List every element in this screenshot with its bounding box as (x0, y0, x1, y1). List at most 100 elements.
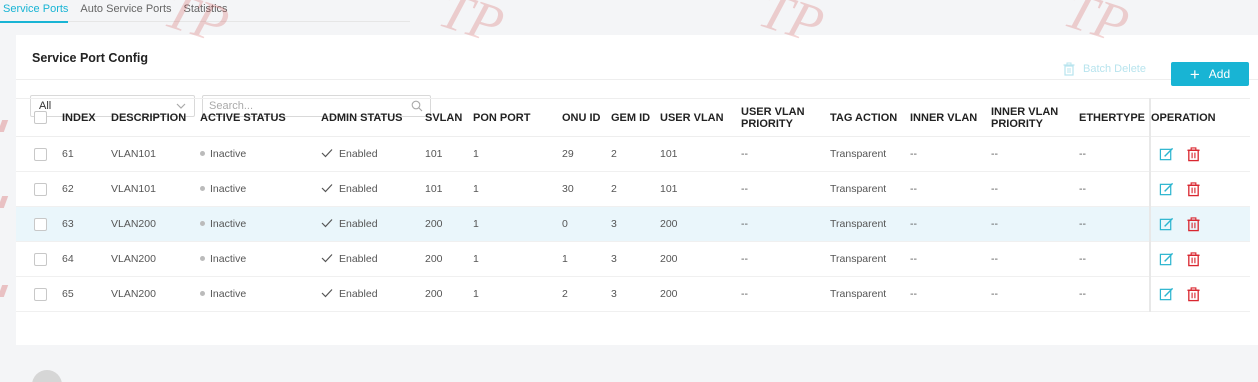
cell-tag-action: Transparent (830, 136, 910, 172)
select-all-cell (16, 98, 62, 137)
edit-icon[interactable] (1159, 217, 1174, 232)
cell-description: VLAN200 (111, 206, 200, 242)
delete-icon[interactable] (1186, 181, 1201, 197)
column-header[interactable]: GEM ID (611, 98, 660, 137)
trash-icon (1063, 62, 1075, 76)
table-row[interactable]: 63 VLAN200 Inactive Enabled 200 1 0 3 200 -- Trans… (16, 206, 1250, 242)
column-header[interactable]: INDEX (62, 98, 111, 137)
column-header[interactable]: ONU ID (562, 98, 611, 137)
tab-service-ports[interactable]: Service Ports (0, 0, 74, 23)
cell-index: 62 (62, 171, 111, 207)
table-row[interactable]: 61 VLAN101 Inactive Enabled 101 1 29 2 101 -- Tran… (16, 136, 1250, 172)
cell-inner-vlan-priority: -- (991, 171, 1079, 207)
cell-admin-status: Enabled (321, 241, 425, 277)
cell-gem-id: 2 (611, 171, 660, 207)
cell-svlan: 200 (425, 241, 473, 277)
active-status-text: Inactive (210, 288, 247, 300)
checkmark-icon (321, 149, 333, 158)
add-button[interactable]: + Add (1171, 62, 1249, 86)
cell-tag-action: Transparent (830, 241, 910, 277)
delete-icon[interactable] (1186, 146, 1201, 162)
cell-admin-status: Enabled (321, 276, 425, 312)
admin-status-text: Enabled (339, 148, 378, 160)
operation-cell (1149, 171, 1250, 207)
status-dot-icon (200, 185, 205, 191)
column-header[interactable]: ETHERTYPE (1079, 98, 1150, 137)
active-status-text: Inactive (210, 148, 247, 160)
column-header[interactable]: ACTIVE STATUS (200, 98, 321, 137)
table-row[interactable]: 64 VLAN200 Inactive Enabled 200 1 1 3 200 -- Trans… (16, 241, 1250, 277)
status-dot-icon (200, 150, 205, 156)
row-checkbox[interactable] (34, 252, 47, 266)
cell-user-vlan-priority: -- (741, 206, 830, 242)
tab-bar: Service Ports Auto Service Ports Statist… (0, 0, 410, 23)
select-all-checkbox[interactable] (34, 111, 47, 124)
cell-index: 64 (62, 241, 111, 277)
checkmark-icon (321, 289, 333, 298)
cell-pon-port: 1 (473, 136, 562, 172)
cell-pon-port: 1 (473, 171, 562, 207)
help-icon[interactable] (32, 370, 62, 382)
column-header[interactable]: TAG ACTION (830, 98, 910, 137)
cell-index: 61 (62, 136, 111, 172)
delete-icon[interactable] (1186, 251, 1201, 267)
card-title: Service Port Config (32, 51, 148, 65)
cell-active-status: Inactive (200, 206, 321, 242)
column-header[interactable]: SVLAN (425, 98, 473, 137)
column-header[interactable]: ADMIN STATUS (321, 98, 425, 137)
tab-statistics[interactable]: Statistics (178, 0, 234, 22)
column-header: OPERATION (1149, 98, 1250, 137)
column-header[interactable]: USER VLAN PRIORITY (741, 98, 830, 137)
row-checkbox-cell (16, 206, 62, 242)
cell-active-status: Inactive (200, 136, 321, 172)
column-header[interactable]: INNER VLAN (910, 98, 991, 137)
row-checkbox-cell (16, 276, 62, 312)
cell-active-status: Inactive (200, 241, 321, 277)
cell-inner-vlan-priority: -- (991, 206, 1079, 242)
cell-gem-id: 2 (611, 136, 660, 172)
cell-user-vlan-priority: -- (741, 171, 830, 207)
admin-status-text: Enabled (339, 253, 378, 265)
edit-icon[interactable] (1159, 182, 1174, 197)
cell-svlan: 101 (425, 136, 473, 172)
cell-svlan: 200 (425, 276, 473, 312)
cell-onu-id: 29 (562, 136, 611, 172)
cell-onu-id: 2 (562, 276, 611, 312)
operation-cell (1149, 206, 1250, 242)
active-status-text: Inactive (210, 218, 247, 230)
checkmark-icon (321, 184, 333, 193)
batch-delete-button[interactable]: Batch Delete (1063, 62, 1146, 76)
admin-status-text: Enabled (339, 288, 378, 300)
cell-user-vlan: 200 (660, 241, 741, 277)
cell-pon-port: 1 (473, 206, 562, 242)
column-header[interactable]: PON PORT (473, 98, 562, 137)
row-checkbox[interactable] (34, 182, 47, 196)
tab-auto-service-ports[interactable]: Auto Service Ports (74, 0, 177, 22)
edit-icon[interactable] (1159, 287, 1174, 302)
column-header[interactable]: DESCRIPTION (111, 98, 200, 137)
cell-active-status: Inactive (200, 276, 321, 312)
row-checkbox[interactable] (34, 287, 47, 301)
edit-icon[interactable] (1159, 252, 1174, 267)
column-header[interactable]: USER VLAN (660, 98, 741, 137)
row-checkbox[interactable] (34, 217, 47, 231)
delete-icon[interactable] (1186, 216, 1201, 232)
divider (16, 79, 1258, 80)
table-row[interactable]: 65 VLAN200 Inactive Enabled 200 1 2 3 200 -- Trans… (16, 276, 1250, 312)
add-button-label: Add (1208, 67, 1231, 81)
column-header[interactable]: INNER VLAN PRIORITY (991, 98, 1079, 137)
cell-onu-id: 0 (562, 206, 611, 242)
cell-index: 63 (62, 206, 111, 242)
table-row[interactable]: 62 VLAN101 Inactive Enabled 101 1 30 2 101 -- Tran… (16, 171, 1250, 207)
cell-onu-id: 1 (562, 241, 611, 277)
delete-icon[interactable] (1186, 286, 1201, 302)
service-port-table: INDEX DESCRIPTION ACTIVE STATUS ADMIN ST… (16, 98, 1250, 312)
cell-description: VLAN200 (111, 241, 200, 277)
cell-description: VLAN200 (111, 276, 200, 312)
cell-active-status: Inactive (200, 171, 321, 207)
cell-user-vlan-priority: -- (741, 241, 830, 277)
cell-user-vlan-priority: -- (741, 136, 830, 172)
edit-icon[interactable] (1159, 147, 1174, 162)
row-checkbox[interactable] (34, 147, 47, 161)
cell-user-vlan: 101 (660, 136, 741, 172)
